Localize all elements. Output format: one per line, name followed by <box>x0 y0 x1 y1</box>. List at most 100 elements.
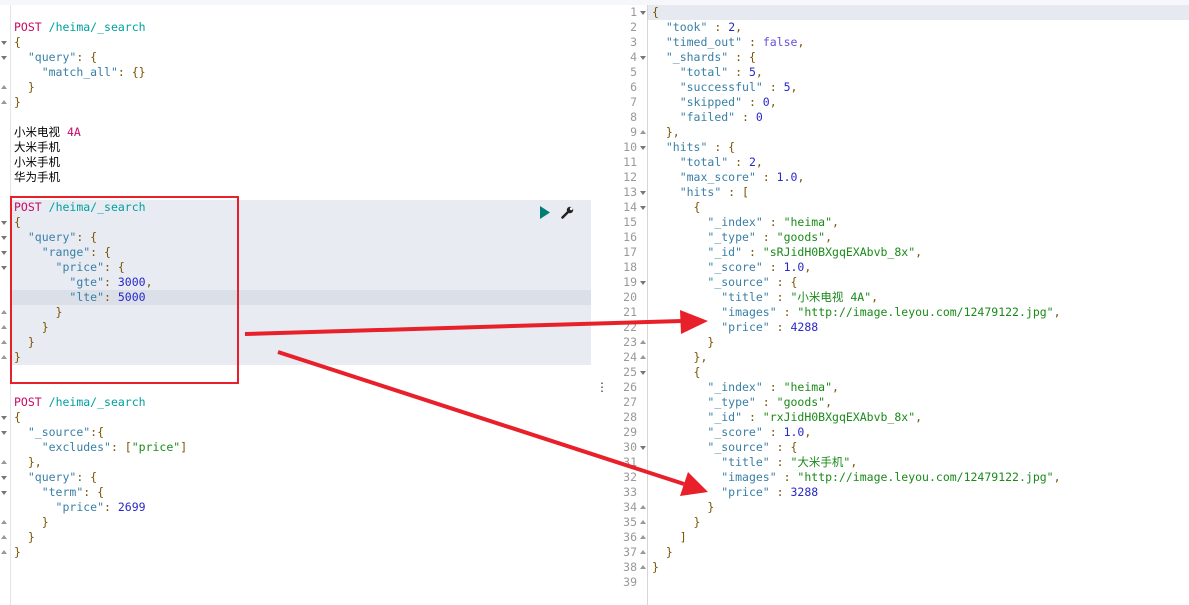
fold-down-icon[interactable] <box>640 56 646 60</box>
token-punctuation: : <box>762 380 784 394</box>
line-number: 5 <box>630 65 637 79</box>
token-key: "excludes" <box>41 440 111 454</box>
token-punctuation: ] <box>180 440 188 454</box>
fold-up-icon[interactable] <box>1 85 7 89</box>
fold-down-icon[interactable] <box>1 266 7 270</box>
fold-up-icon[interactable] <box>640 565 646 569</box>
fold-up-icon[interactable] <box>640 130 646 134</box>
fold-up-icon[interactable] <box>640 340 646 344</box>
token-punctuation: , <box>832 380 839 394</box>
wrench-icon[interactable] <box>561 206 574 222</box>
fold-down-icon[interactable] <box>640 446 646 450</box>
token-number: 1.0 <box>783 260 805 274</box>
code-line: { <box>14 35 21 50</box>
fold-down-icon[interactable] <box>1 236 7 240</box>
fold-up-icon[interactable] <box>640 505 646 509</box>
token-punctuation: } <box>707 500 715 514</box>
fold-down-icon[interactable] <box>640 11 646 15</box>
token-punctuation: } <box>693 515 701 529</box>
fold-up-icon[interactable] <box>640 535 646 539</box>
token-number: 2699 <box>117 500 146 514</box>
line-number: 7 <box>630 95 637 109</box>
fold-down-icon[interactable] <box>1 476 7 480</box>
line-number: 36 <box>623 530 637 544</box>
fold-up-icon[interactable] <box>640 550 646 554</box>
fold-up-icon[interactable] <box>1 520 7 524</box>
token-path: /heima/_search <box>48 20 146 34</box>
token-key: "_source" <box>27 425 91 439</box>
token-punctuation: : { <box>769 440 798 454</box>
token-punctuation: { <box>652 5 659 19</box>
line-number: 29 <box>623 425 637 439</box>
fold-down-icon[interactable] <box>640 206 646 210</box>
token-punctuation: } <box>652 560 659 574</box>
fold-up-icon[interactable] <box>1 460 7 464</box>
fold-up-icon[interactable] <box>1 310 7 314</box>
code-line: ] <box>652 530 687 545</box>
code-line: } <box>652 560 659 575</box>
line-number: 19 <box>623 275 637 289</box>
token-punctuation: :{ <box>90 425 105 439</box>
code-line: { <box>652 5 659 20</box>
code-line: "hits" : [ <box>652 185 749 200</box>
token-punctuation: , <box>755 65 763 79</box>
fold-up-icon[interactable] <box>1 100 7 104</box>
token-punctuation: : <box>776 305 798 319</box>
token-punctuation: : { <box>728 50 756 64</box>
token-punctuation: , <box>804 425 812 439</box>
fold-up-icon[interactable] <box>1 340 7 344</box>
token-punctuation: : <box>707 20 729 34</box>
line-number: 35 <box>623 515 637 529</box>
token-punctuation: : <box>769 290 791 304</box>
fold-down-icon[interactable] <box>1 251 7 255</box>
token-punctuation: , <box>1053 470 1061 484</box>
token-method: 4A <box>66 125 81 139</box>
token-punctuation: : <box>728 65 749 79</box>
token-key: "images" <box>721 470 777 484</box>
token-punctuation: , <box>871 290 879 304</box>
play-icon[interactable] <box>539 206 551 222</box>
fold-down-icon[interactable] <box>1 221 7 225</box>
line-number: 23 <box>623 335 637 349</box>
fold-up-icon[interactable] <box>640 520 646 524</box>
token-punctuation: , <box>832 215 839 229</box>
token-punctuation: : { <box>76 470 98 484</box>
code-line: POST /heima/_search <box>14 395 146 410</box>
fold-down-icon[interactable] <box>640 191 646 195</box>
token-key: "_source" <box>707 440 770 454</box>
fold-down-icon[interactable] <box>1 491 7 495</box>
token-punctuation: : <box>755 395 777 409</box>
token-punctuation: : { <box>769 275 798 289</box>
token-key: "max_score" <box>679 170 756 184</box>
token-punctuation: : <box>755 230 777 244</box>
fold-up-icon[interactable] <box>1 355 7 359</box>
fold-up-icon[interactable] <box>1 550 7 554</box>
fold-down-icon[interactable] <box>1 56 7 60</box>
fold-down-icon[interactable] <box>640 146 646 150</box>
token-string: "小米电视 4A" <box>790 290 872 304</box>
fold-down-icon[interactable] <box>1 431 7 435</box>
token-punctuation: : { <box>76 50 98 64</box>
code-line: "_index" : "heima", <box>652 380 839 395</box>
fold-up-icon[interactable] <box>1 535 7 539</box>
fold-up-icon[interactable] <box>640 355 646 359</box>
fold-down-icon[interactable] <box>640 371 646 375</box>
fold-up-icon[interactable] <box>1 325 7 329</box>
token-punctuation: , <box>797 35 805 49</box>
fold-down-icon[interactable] <box>1 41 7 45</box>
fold-down-icon[interactable] <box>640 281 646 285</box>
token-key: "failed" <box>679 110 736 124</box>
fold-down-icon[interactable] <box>1 416 7 420</box>
token-punctuation: : {} <box>117 65 146 79</box>
line-number: 12 <box>623 170 637 184</box>
token-key: "timed_out" <box>665 35 743 49</box>
